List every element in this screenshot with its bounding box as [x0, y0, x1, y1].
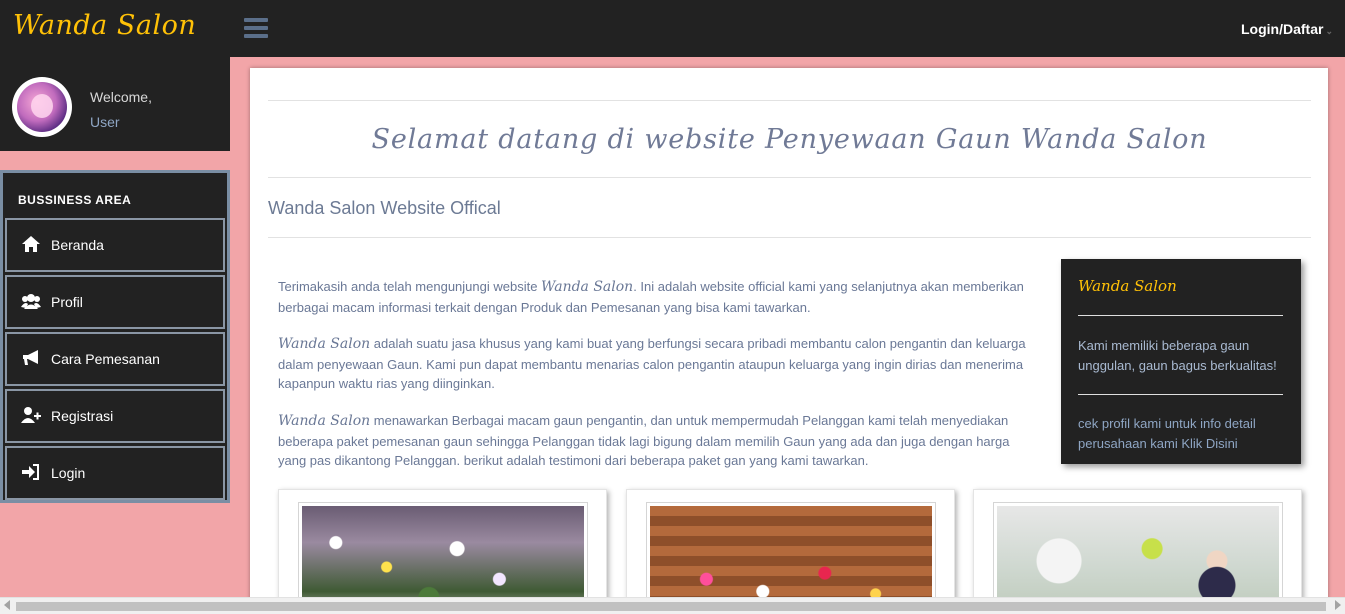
offer-paragraph: Wanda Salon menawarkan Berbagai macam ga…: [278, 411, 1030, 471]
testimonial-card[interactable]: [278, 489, 607, 614]
sidebar-item-profil[interactable]: Profil: [5, 275, 225, 329]
testimonial-card[interactable]: [626, 489, 955, 614]
username-text: User: [90, 114, 120, 130]
sign-in-icon: [22, 464, 39, 480]
sidebar-item-login[interactable]: Login: [5, 446, 225, 500]
scrollbar-thumb[interactable]: [16, 602, 1326, 611]
testimonial-card[interactable]: [973, 489, 1302, 614]
divider: [1078, 315, 1283, 316]
divider: [1078, 394, 1283, 395]
profile-link[interactable]: cek profil kami untuk info detail perusa…: [1078, 414, 1288, 454]
brand-name-inline: Wanda Salon: [541, 279, 634, 295]
chevron-down-icon: ⌄: [1325, 26, 1333, 36]
scroll-left-arrow-icon[interactable]: [4, 600, 10, 610]
divider: [268, 100, 1311, 101]
home-icon: [22, 236, 40, 252]
sidebar-item-label: Beranda: [51, 237, 104, 253]
scroll-right-arrow-icon[interactable]: [1335, 600, 1341, 610]
sidebar-item-beranda[interactable]: Beranda: [5, 218, 225, 272]
sidebar-item-label: Cara Pemesanan: [51, 351, 160, 367]
about-paragraph: Wanda Salon adalah suatu jasa khusus yan…: [278, 334, 1030, 394]
sidebar-menu: BUSSINESS AREA Beranda Profil Cara Pemes…: [0, 170, 230, 503]
users-icon: [21, 294, 41, 309]
login-daftar-dropdown[interactable]: Login/Daftar ⌄: [1241, 21, 1333, 37]
sidebar-title: BUSSINESS AREA: [18, 193, 132, 207]
brand-logo[interactable]: Wanda Salon: [13, 10, 196, 41]
divider: [268, 177, 1311, 178]
avatar: [12, 77, 72, 137]
welcome-text: Welcome,: [90, 89, 152, 105]
main-content-panel: Selamat datang di website Penyewaan Gaun…: [250, 68, 1328, 614]
paragraph-text: Terimakasih anda telah mengunjungi websi…: [278, 279, 542, 294]
paragraph-text: menawarkan Berbagai macam gaun pengantin…: [278, 413, 1010, 468]
brand-name-inline: Wanda Salon: [278, 413, 371, 429]
top-navbar: Wanda Salon Login/Daftar ⌄: [0, 0, 1345, 57]
brand-name-inline: Wanda Salon: [278, 336, 371, 352]
info-box: Wanda Salon Kami memiliki beberapa gaun …: [1061, 259, 1301, 464]
sidebar-item-registrasi[interactable]: Registrasi: [5, 389, 225, 443]
info-box-text: Kami memiliki beberapa gaun unggulan, ga…: [1078, 338, 1277, 373]
hamburger-icon[interactable]: [244, 18, 268, 38]
sidebar-item-label: Registrasi: [51, 408, 114, 424]
sidebar-item-cara-pemesanan[interactable]: Cara Pemesanan: [5, 332, 225, 386]
info-box-title: Wanda Salon: [1078, 277, 1177, 295]
user-profile-panel: Welcome, User: [0, 57, 230, 151]
divider: [268, 237, 1311, 238]
paragraph-text: adalah suatu jasa khusus yang kami buat …: [278, 336, 1026, 391]
page-subtitle: Wanda Salon Website Offical: [268, 198, 501, 218]
user-plus-icon: [21, 407, 41, 423]
horizontal-scrollbar[interactable]: [0, 597, 1345, 614]
login-daftar-label: Login/Daftar: [1241, 21, 1324, 37]
sidebar-item-label: Login: [51, 465, 86, 481]
page-title: Selamat datang di website Penyewaan Gaun…: [371, 124, 1208, 155]
intro-paragraph: Terimakasih anda telah mengunjungi websi…: [278, 277, 1030, 317]
bullhorn-icon: [23, 350, 38, 365]
sidebar-item-label: Profil: [51, 294, 83, 310]
